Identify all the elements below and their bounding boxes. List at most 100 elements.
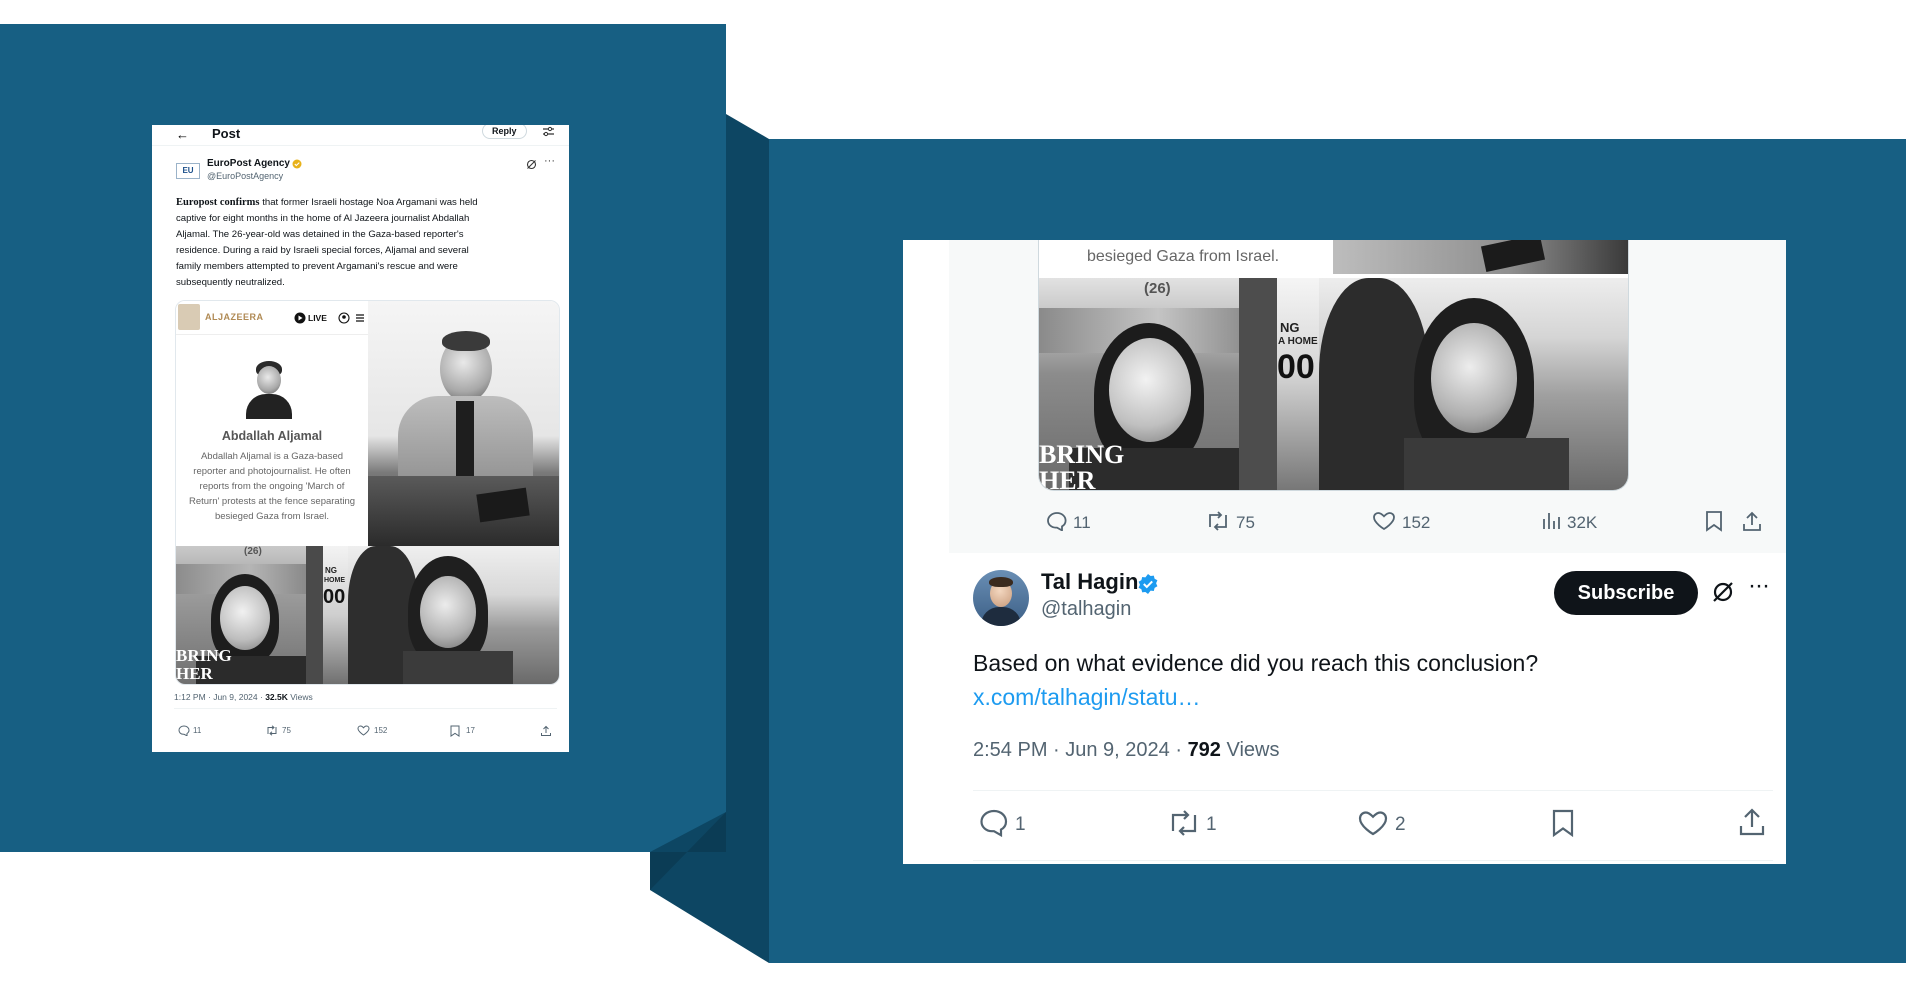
quoted-media[interactable]: besieged Gaza from Israel. (26) BRING HE… bbox=[1038, 240, 1629, 491]
quoted-bookmark-icon[interactable] bbox=[1705, 510, 1723, 532]
left-time-text: 1:12 PM · Jun 9, 2024 · bbox=[174, 692, 266, 702]
post-header-title: Post bbox=[212, 126, 241, 141]
argamani-poster-photo: (26) BRING HER bbox=[176, 546, 323, 684]
left-like-icon[interactable] bbox=[357, 725, 370, 736]
right-reply-count: 1 bbox=[1015, 814, 1026, 835]
tweet-link[interactable]: x.com/talhagin/statu… bbox=[973, 684, 1201, 711]
quoted-views-icon[interactable] bbox=[1541, 511, 1561, 531]
quoted-views-count: 32K bbox=[1567, 513, 1598, 532]
right-timestamp: 2:54 PM · Jun 9, 2024 · 792 Views bbox=[973, 739, 1279, 762]
profile-name: Abdallah Aljamal bbox=[221, 429, 323, 443]
tal-hagin-handle[interactable]: @talhagin bbox=[1041, 598, 1131, 621]
back-arrow-icon[interactable]: ← bbox=[176, 127, 189, 142]
live-label[interactable]: LIVE bbox=[308, 313, 327, 323]
quoted-rescue-photo bbox=[1319, 278, 1628, 490]
left-bookmark-icon[interactable] bbox=[450, 725, 460, 737]
rescue-photo bbox=[348, 546, 559, 684]
quoted-poster-number: (26) bbox=[1144, 280, 1171, 297]
left-reply-icon[interactable] bbox=[178, 725, 190, 736]
right-views-count: 792 bbox=[1187, 739, 1221, 761]
tweet-media[interactable]: ALJAZEERA LIVE Abdallah Aljamal Abdallah… bbox=[175, 300, 560, 685]
right-reply-icon[interactable] bbox=[979, 809, 1009, 837]
quoted-like-icon[interactable] bbox=[1372, 511, 1396, 531]
bio-line-5: besieged Gaza from Israel. bbox=[214, 511, 330, 522]
bio-line-2: reporter and photojournalist. He often bbox=[193, 466, 351, 477]
right-bookmark-icon[interactable] bbox=[1551, 808, 1575, 838]
tweet-text: Based on what evidence did you reach thi… bbox=[973, 650, 1539, 676]
tal-hagin-name[interactable]: Tal Hagin bbox=[1041, 569, 1138, 595]
tweet-body: Europost confirms that former Israeli ho… bbox=[176, 195, 556, 291]
poster-number: (26) bbox=[244, 546, 262, 557]
quoted-argamani-photo: (26) BRING HER bbox=[1039, 278, 1277, 490]
aljazeera-brand: ALJAZEERA bbox=[205, 312, 264, 322]
quoted-caption: besieged Gaza from Israel. bbox=[1087, 248, 1280, 265]
left-repost-count: 75 bbox=[282, 726, 291, 735]
bottom-divider bbox=[973, 860, 1773, 861]
body-line-2: captive for eight months in the home of … bbox=[176, 213, 470, 224]
quoted-reply-count: 11 bbox=[1073, 513, 1091, 532]
left-bookmark-count: 17 bbox=[466, 726, 475, 735]
right-tweet-screenshot: besieged Gaza from Israel. (26) BRING HE… bbox=[903, 240, 1786, 864]
grok-icon[interactable] bbox=[526, 159, 537, 170]
left-tweet-screenshot: ← Post Reply EU EuroPost Agency @EuroPos… bbox=[152, 125, 569, 752]
poster-text-bring: BRING bbox=[176, 646, 232, 665]
quoted-poster-00: 00 bbox=[1277, 348, 1315, 386]
right-share-icon[interactable] bbox=[1738, 807, 1766, 837]
right-like-count: 2 bbox=[1395, 814, 1406, 835]
live-play-icon[interactable] bbox=[294, 312, 306, 324]
quoted-reply-icon[interactable] bbox=[1046, 511, 1068, 531]
left-share-icon[interactable] bbox=[540, 725, 552, 737]
quoted-poster-ng: NG bbox=[1280, 320, 1300, 335]
poster-fragment: NG HOME 00 bbox=[323, 546, 348, 684]
more-options-icon[interactable]: ··· bbox=[544, 155, 555, 167]
gold-verified-icon bbox=[292, 159, 302, 169]
left-views-count: 32.5K bbox=[265, 692, 288, 702]
aljazeera-profile-card: ALJAZEERA LIVE Abdallah Aljamal Abdallah… bbox=[176, 301, 368, 546]
bio-line-4: Return' protests at the fence separating bbox=[188, 496, 356, 507]
body-line-4: residence. During a raid by Israeli spec… bbox=[176, 245, 469, 256]
tal-hagin-avatar[interactable] bbox=[973, 570, 1029, 626]
left-timestamp: 1:12 PM · Jun 9, 2024 · 32.5K Views bbox=[174, 692, 313, 702]
left-views-label: Views bbox=[287, 692, 313, 702]
quoted-poster-her: HER bbox=[1039, 466, 1096, 490]
poster-text-her: HER bbox=[176, 664, 213, 683]
body-line-5: family members attempted to prevent Arga… bbox=[176, 261, 458, 272]
author-name[interactable]: EuroPost Agency bbox=[207, 158, 290, 169]
settings-sliders-icon[interactable] bbox=[542, 126, 555, 137]
reply-button[interactable]: Reply bbox=[482, 125, 527, 139]
verified-badge-icon bbox=[1137, 573, 1159, 595]
poster-side-home: HOME bbox=[324, 577, 345, 584]
bio-line-3: reports from the ongoing 'March of bbox=[199, 481, 345, 492]
grok-icon[interactable] bbox=[1711, 580, 1735, 604]
right-time-text: 2:54 PM · Jun 9, 2024 · bbox=[973, 739, 1188, 761]
poster-side-00: 00 bbox=[323, 586, 346, 608]
left-reply-count: 11 bbox=[193, 726, 202, 735]
header-divider bbox=[152, 145, 569, 146]
subscribe-button[interactable]: Subscribe bbox=[1554, 571, 1698, 615]
europost-avatar[interactable]: EU bbox=[176, 163, 200, 179]
author-handle[interactable]: @EuroPostAgency bbox=[207, 171, 283, 181]
right-stats-divider bbox=[973, 790, 1773, 791]
more-options-icon[interactable]: ··· bbox=[1748, 572, 1770, 600]
body-line-1: that former Israeli hostage Noa Argamani… bbox=[259, 197, 478, 208]
account-icon[interactable] bbox=[338, 312, 350, 324]
right-repost-count: 1 bbox=[1206, 814, 1217, 835]
body-line-6: subsequently neutralized. bbox=[176, 277, 285, 288]
bio-line-1: Abdallah Aljamal is a Gaza-based bbox=[200, 451, 344, 462]
aljamal-portrait bbox=[244, 361, 294, 419]
quoted-poster-fragment: NG A HOME 00 bbox=[1277, 278, 1319, 490]
left-like-count: 152 bbox=[374, 726, 388, 735]
left-repost-icon[interactable] bbox=[265, 725, 279, 736]
quoted-share-icon[interactable] bbox=[1741, 510, 1763, 532]
body-lead: Europost confirms bbox=[176, 197, 260, 208]
profile-bio: Abdallah Aljamal is a Gaza-based reporte… bbox=[176, 449, 368, 524]
body-line-3: Aljamal. The 26-year-old was detained in… bbox=[176, 229, 464, 240]
quoted-poster-home: A HOME bbox=[1278, 336, 1318, 347]
quoted-repost-icon[interactable] bbox=[1205, 511, 1231, 531]
aljazeera-logo-icon bbox=[178, 304, 200, 330]
right-repost-icon[interactable] bbox=[1167, 810, 1201, 836]
right-like-icon[interactable] bbox=[1358, 810, 1388, 836]
menu-icon[interactable] bbox=[356, 312, 364, 324]
quoted-like-count: 152 bbox=[1402, 513, 1431, 532]
poster-side-ng: NG bbox=[325, 566, 337, 575]
